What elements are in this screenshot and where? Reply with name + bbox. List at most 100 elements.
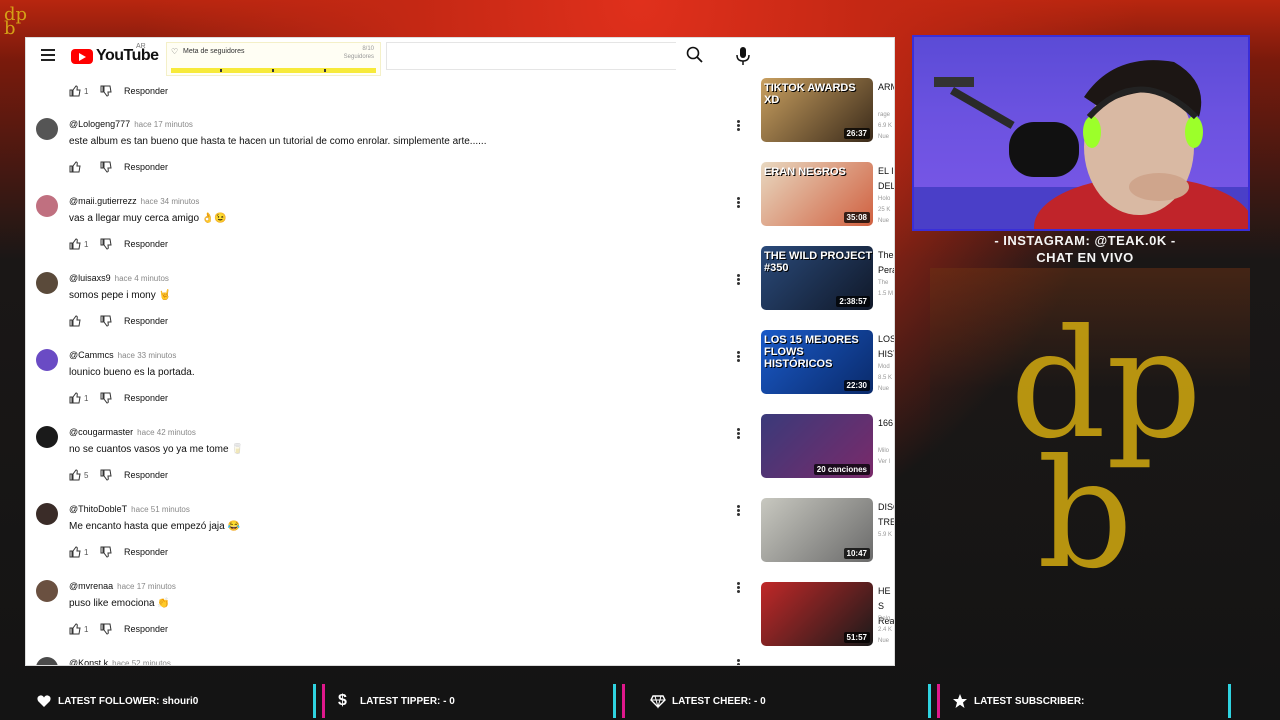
video-thumbnail[interactable]: LOS 15 MEJORES FLOWS HISTÓRICOS 22:30 (761, 330, 873, 394)
avatar[interactable] (36, 503, 58, 525)
comment-author[interactable]: @maii.gutierrezz (69, 196, 137, 206)
thumbs-down-icon[interactable] (100, 85, 112, 97)
comment-actions: 1 Responder (69, 545, 168, 559)
more-options-icon[interactable] (735, 273, 741, 287)
reply-button[interactable]: Responder (124, 316, 168, 326)
more-options-icon[interactable] (735, 581, 741, 595)
thumbs-up-icon[interactable] (69, 392, 81, 404)
recommended-video[interactable]: LOS 15 MEJORES FLOWS HISTÓRICOS 22:30 LO… (761, 330, 894, 408)
latest-cheer: LATEST CHEER: - 0 (650, 684, 766, 718)
comment-actions: 1 Responder (69, 237, 168, 251)
comment-header: @maii.gutierrezz hace 34 minutos (69, 196, 199, 206)
more-options-icon[interactable] (735, 196, 741, 210)
comment-time: hace 34 minutos (140, 197, 200, 206)
avatar[interactable] (36, 349, 58, 371)
more-options-icon[interactable] (735, 427, 741, 441)
thumbs-up-icon[interactable] (69, 546, 81, 558)
thumbnail-text: LOS 15 MEJORES FLOWS HISTÓRICOS (764, 334, 859, 370)
goal-tick (272, 69, 274, 72)
thumbs-up-icon[interactable] (69, 161, 81, 173)
avatar[interactable] (36, 195, 58, 217)
video-title[interactable]: ARM (878, 80, 894, 95)
reply-button[interactable]: Responder (124, 470, 168, 480)
latest-tipper: $ LATEST TIPPER: - 0 (338, 684, 455, 718)
comment-author[interactable]: @luisaxs9 (69, 273, 111, 283)
comment-item: @Cammcs hace 33 minutos lounico bueno es … (26, 349, 756, 426)
video-duration: 10:47 (843, 548, 870, 559)
latest-follower-text: LATEST FOLLOWER: shouri0 (58, 695, 199, 707)
search-input[interactable] (386, 42, 676, 70)
video-title[interactable]: 166 (878, 416, 894, 431)
recommended-video[interactable]: 10:47 DISC TRE 5.9 K (761, 498, 894, 576)
thumbs-down-icon[interactable] (100, 392, 112, 404)
video-thumbnail[interactable]: TIKTOK AWARDS XD 26:37 (761, 78, 873, 142)
comment-actions: Responder (69, 314, 168, 328)
youtube-header: YouTube AR ♡ Meta de seguidores 8/10 Segu… (26, 38, 894, 76)
like-count: 1 (84, 239, 89, 249)
thumbnail-text: THE WILD PROJECT #350 (764, 250, 873, 274)
avatar[interactable] (36, 118, 58, 140)
search-icon[interactable] (686, 46, 708, 68)
comment-author[interactable]: @mvrenaa (69, 581, 113, 591)
thumbs-up-icon[interactable] (69, 85, 81, 97)
avatar[interactable] (36, 580, 58, 602)
microphone-icon[interactable] (734, 46, 756, 68)
more-options-icon[interactable] (735, 350, 741, 364)
reply-button[interactable]: Responder (124, 239, 168, 249)
thumbs-down-icon[interactable] (100, 469, 112, 481)
video-title[interactable]: DISC TRE (878, 500, 894, 530)
like-count: 5 (84, 470, 89, 480)
comment-author[interactable]: @Lologeng777 (69, 119, 130, 129)
browser-window: YouTube AR ♡ Meta de seguidores 8/10 Segu… (25, 37, 895, 666)
more-options-icon[interactable] (735, 504, 741, 518)
reply-button[interactable]: Responder (124, 624, 168, 634)
reply-button[interactable]: Responder (124, 547, 168, 557)
reply-button[interactable]: Responder (124, 393, 168, 403)
video-title[interactable]: The Pera (878, 248, 894, 278)
avatar[interactable] (36, 657, 58, 665)
video-thumbnail[interactable]: 20 canciones (761, 414, 873, 478)
more-options-icon[interactable] (735, 658, 741, 665)
divider (937, 684, 940, 718)
divider (1228, 684, 1231, 718)
reply-button[interactable]: Responder (124, 162, 168, 172)
goal-count: 8/10 Seguidores (343, 46, 374, 60)
comment-item: @Konst.k hace 52 minutos (26, 657, 756, 665)
video-meta: Holo 25 K Nue (878, 196, 891, 224)
video-thumbnail[interactable]: 51:57 (761, 582, 873, 646)
thumbs-up-icon[interactable] (69, 623, 81, 635)
video-title[interactable]: EL I DEL (878, 164, 894, 194)
comment-item: @luisaxs9 hace 4 minutos somos pepe i mon… (26, 272, 756, 349)
avatar[interactable] (36, 272, 58, 294)
thumbs-up-icon[interactable] (69, 315, 81, 327)
recommended-video[interactable]: 20 canciones 166 Milo Ver l (761, 414, 894, 492)
comment-author[interactable]: @Konst.k (69, 658, 108, 665)
menu-icon[interactable] (41, 49, 55, 61)
avatar[interactable] (36, 426, 58, 448)
comment-author[interactable]: @cougarmaster (69, 427, 133, 437)
thumbs-down-icon[interactable] (100, 623, 112, 635)
thumbs-up-icon[interactable] (69, 238, 81, 250)
instagram-handle: - INSTAGRAM: @TEAK.0K - (994, 233, 1176, 248)
comment-header: @Lologeng777 hace 17 minutos (69, 119, 193, 129)
recommended-video[interactable]: 51:57 HE S Reac Delg 2.4 K Nue (761, 582, 894, 660)
goal-tick (324, 69, 326, 72)
thumbs-down-icon[interactable] (100, 315, 112, 327)
more-options-icon[interactable] (735, 119, 741, 133)
thumbs-up-icon[interactable] (69, 469, 81, 481)
thumbs-down-icon[interactable] (100, 546, 112, 558)
goal-label: Meta de seguidores (183, 48, 245, 55)
comment-author[interactable]: @Cammcs (69, 350, 114, 360)
youtube-play-icon (71, 48, 93, 64)
thumbs-down-icon[interactable] (100, 238, 112, 250)
recommended-video[interactable]: THE WILD PROJECT #350 2:38:57 The Pera T… (761, 246, 894, 324)
video-thumbnail[interactable]: ERAN NEGROS 35:08 (761, 162, 873, 226)
video-title[interactable]: LOS HIST (878, 332, 894, 362)
thumbs-down-icon[interactable] (100, 161, 112, 173)
video-thumbnail[interactable]: THE WILD PROJECT #350 2:38:57 (761, 246, 873, 310)
recommended-video[interactable]: ERAN NEGROS 35:08 EL I DEL Holo 25 K Nue (761, 162, 894, 240)
reply-button[interactable]: Responder (124, 86, 168, 96)
recommended-video[interactable]: TIKTOK AWARDS XD 26:37 ARM rage 6.9 K Nu… (761, 78, 894, 156)
video-thumbnail[interactable]: 10:47 (761, 498, 873, 562)
comment-author[interactable]: @ThitoDobleT (69, 504, 127, 514)
